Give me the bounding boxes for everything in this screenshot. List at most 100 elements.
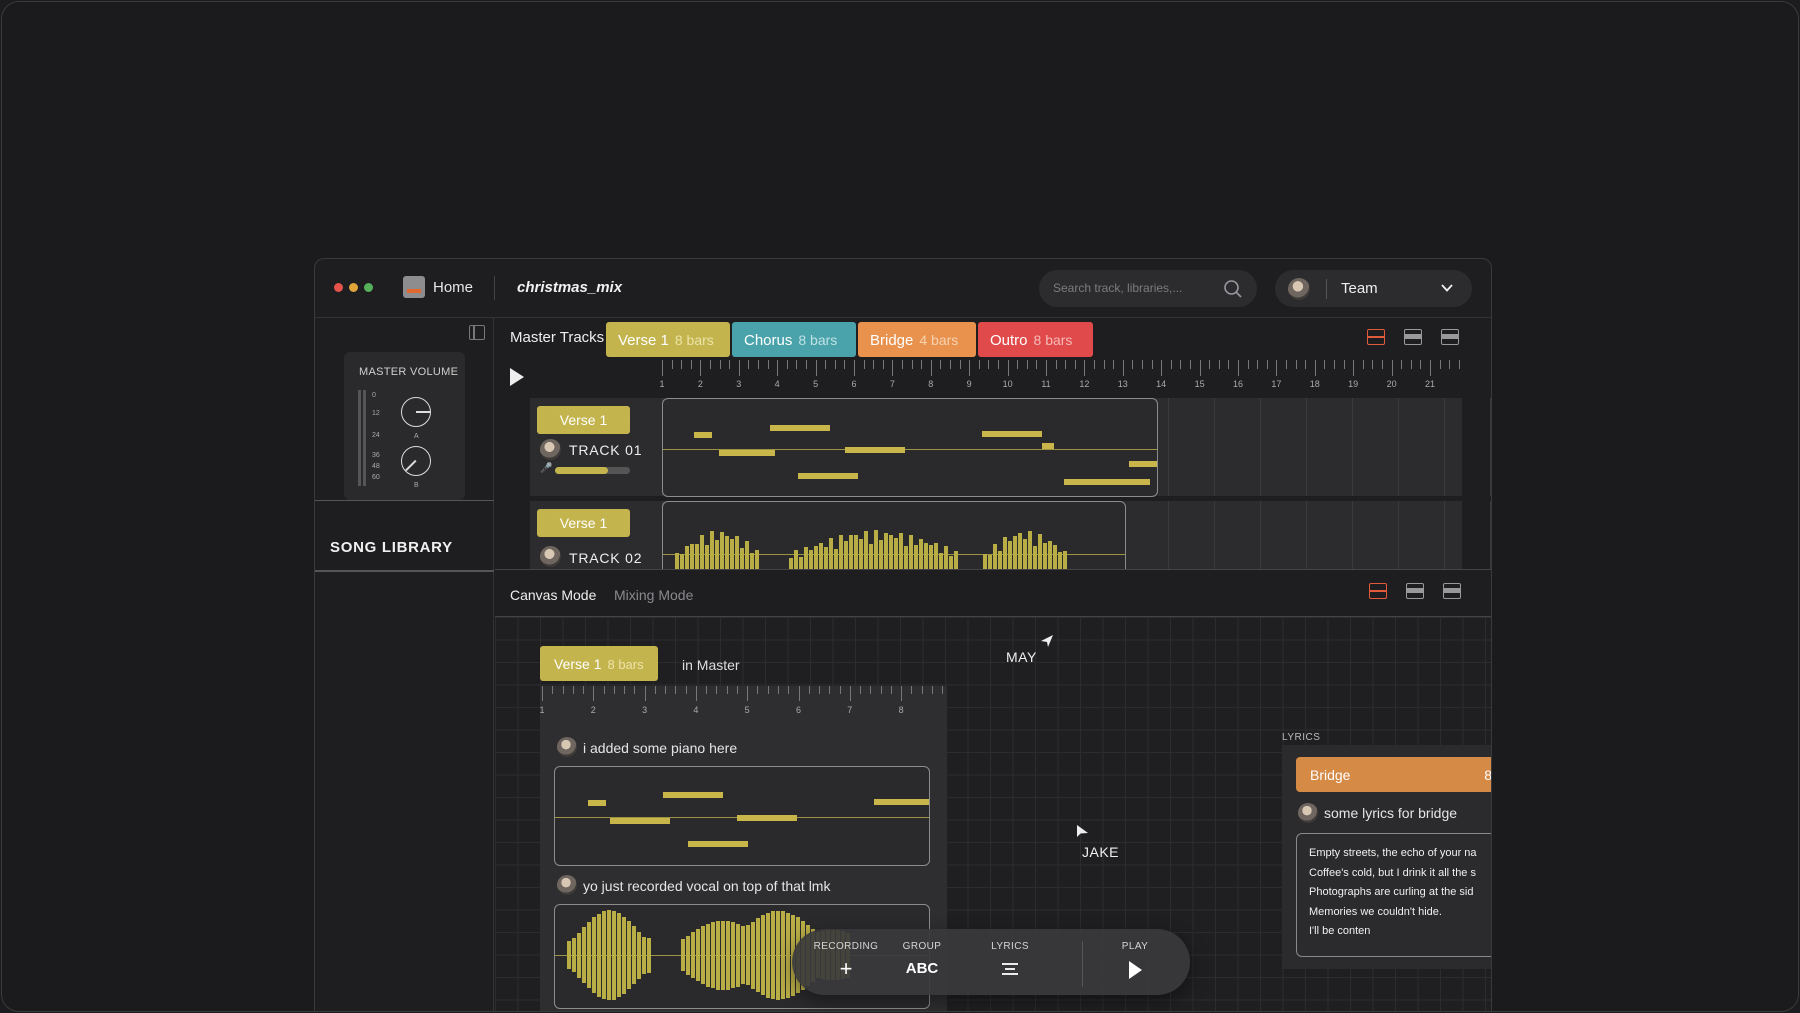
ruler-tick: [1007, 360, 1009, 376]
layout-split-icon[interactable]: [1369, 583, 1387, 599]
section-ruler[interactable]: 1 2 3 4 5 6 7 8: [539, 686, 947, 716]
waveform-bar: [592, 917, 596, 993]
section-tag-outro[interactable]: Outro 8 bars: [978, 322, 1093, 357]
ruler-tick: [767, 360, 769, 369]
team-dropdown[interactable]: Team: [1275, 270, 1472, 307]
master-tracks-label: Master Tracks: [510, 329, 605, 346]
ruler-tick: [930, 360, 932, 376]
maximize-window-button[interactable]: [364, 283, 373, 292]
waveform-bar: [1058, 552, 1062, 569]
song-library-link[interactable]: SONG LIBRARY: [330, 539, 453, 556]
waveform-bar: [726, 920, 730, 990]
microphone-icon[interactable]: 🎤: [540, 463, 552, 474]
tab-mixing-mode[interactable]: Mixing Mode: [614, 587, 693, 603]
layout-bottom-icon[interactable]: [1441, 329, 1459, 345]
track-section-pill[interactable]: Verse 1: [537, 406, 630, 434]
grid-line: [1398, 398, 1399, 496]
lyric-line: Photographs are curling at the sid: [1309, 886, 1474, 898]
file-name[interactable]: christmas_mix: [517, 279, 622, 296]
knob-b[interactable]: [401, 446, 431, 476]
waveform-bar: [700, 535, 704, 569]
midi-clip[interactable]: [554, 766, 930, 866]
home-link[interactable]: Home: [433, 279, 473, 296]
ruler-tick: [1103, 360, 1105, 369]
home-icon[interactable]: [403, 276, 425, 298]
toggle-sidebar-icon[interactable]: [469, 325, 485, 340]
audio-clip[interactable]: [662, 501, 1126, 569]
floating-toolbar: RECORDING + GROUP ABC LYRICS PLAY: [792, 929, 1190, 995]
waveform-bar: [874, 530, 878, 569]
section-tag-verse-1[interactable]: Verse 1 8 bars: [606, 322, 730, 357]
layout-top-icon[interactable]: [1406, 583, 1424, 599]
knob-a[interactable]: [401, 397, 431, 427]
ruler-tick: [1228, 360, 1230, 369]
layout-split-icon[interactable]: [1367, 329, 1385, 345]
minimize-window-button[interactable]: [349, 283, 358, 292]
title-divider: [494, 276, 495, 300]
search-box[interactable]: [1039, 270, 1257, 307]
ruler-tick: [1276, 360, 1278, 376]
ruler-tick: [613, 686, 615, 695]
layout-bottom-icon[interactable]: [1443, 583, 1461, 599]
ruler-tick: [1046, 360, 1047, 376]
waveform-bar: [839, 535, 843, 569]
ruler-tick: [748, 360, 750, 369]
canvas-section-tag[interactable]: Verse 1 8 bars: [540, 646, 658, 681]
waveform-bar: [632, 926, 636, 984]
section-tag-chorus[interactable]: Chorus 8 bars: [732, 322, 856, 357]
waveform-bar: [696, 929, 700, 981]
chevron-down-icon[interactable]: [1440, 281, 1454, 295]
ruler-tick: [695, 686, 697, 701]
ruler-tick: [969, 360, 971, 376]
midi-clip[interactable]: [662, 398, 1158, 497]
waveform-bar: [647, 937, 651, 973]
midi-note: [663, 792, 723, 798]
ruler-number: 1: [539, 705, 545, 715]
ruler-tick: [681, 360, 683, 369]
grid-line: [1490, 501, 1491, 569]
layout-top-icon[interactable]: [1404, 329, 1422, 345]
waveform-bar: [730, 539, 734, 569]
grid-line: [1306, 501, 1307, 569]
grid-line: [1444, 501, 1445, 569]
ruler-number: 6: [851, 379, 857, 389]
waveform-bar: [879, 540, 883, 569]
search-icon[interactable]: [1223, 279, 1243, 299]
ruler-tick: [1142, 360, 1143, 369]
ruler-tick: [1084, 360, 1086, 376]
track-name: TRACK 02: [569, 550, 643, 566]
search-input[interactable]: [1053, 279, 1213, 297]
abc-icon: ABC: [905, 960, 939, 977]
ruler-tick: [1372, 360, 1374, 369]
ruler-tick: [880, 686, 882, 695]
lyrics-section-tag[interactable]: Bridge 8: [1296, 757, 1492, 792]
waveform-bar: [572, 938, 576, 972]
timeline-ruler[interactable]: 1 2 3 4 5 6 7 8 9 10 11 12 13 14 15 16 17 18 19 20 21: [659, 360, 1487, 390]
section-name: Chorus: [744, 332, 793, 349]
scale-label: 12: [372, 410, 380, 417]
midi-note: [694, 432, 712, 438]
track-volume-slider[interactable]: [555, 467, 630, 474]
waveform-bar: [701, 926, 705, 984]
section-name: Verse 1: [554, 656, 602, 672]
waveform-bar: [725, 536, 729, 569]
waveform-bar: [681, 939, 685, 971]
play-icon[interactable]: [510, 368, 524, 386]
group-button[interactable]: GROUP ABC: [897, 941, 947, 980]
section-tag-bridge[interactable]: Bridge 4 bars: [858, 322, 976, 357]
waveform-bar: [993, 544, 997, 569]
recording-button[interactable]: RECORDING +: [811, 941, 881, 981]
play-button[interactable]: PLAY: [1110, 941, 1160, 985]
waveform-bar: [771, 911, 775, 999]
ruler-tick: [786, 360, 788, 369]
tab-canvas-mode[interactable]: Canvas Mode: [510, 587, 596, 603]
ruler-tick: [552, 686, 554, 695]
lyrics-button[interactable]: LYRICS: [985, 941, 1035, 981]
section-bars: 8: [1484, 767, 1492, 783]
waveform-bar: [944, 546, 948, 569]
track-section-pill[interactable]: Verse 1: [537, 509, 630, 537]
close-window-button[interactable]: [334, 283, 343, 292]
lyrics-editor[interactable]: Empty streets, the echo of your na Coffe…: [1296, 833, 1491, 957]
scale-label: 0: [372, 392, 376, 399]
waveform-bar: [1028, 531, 1032, 569]
